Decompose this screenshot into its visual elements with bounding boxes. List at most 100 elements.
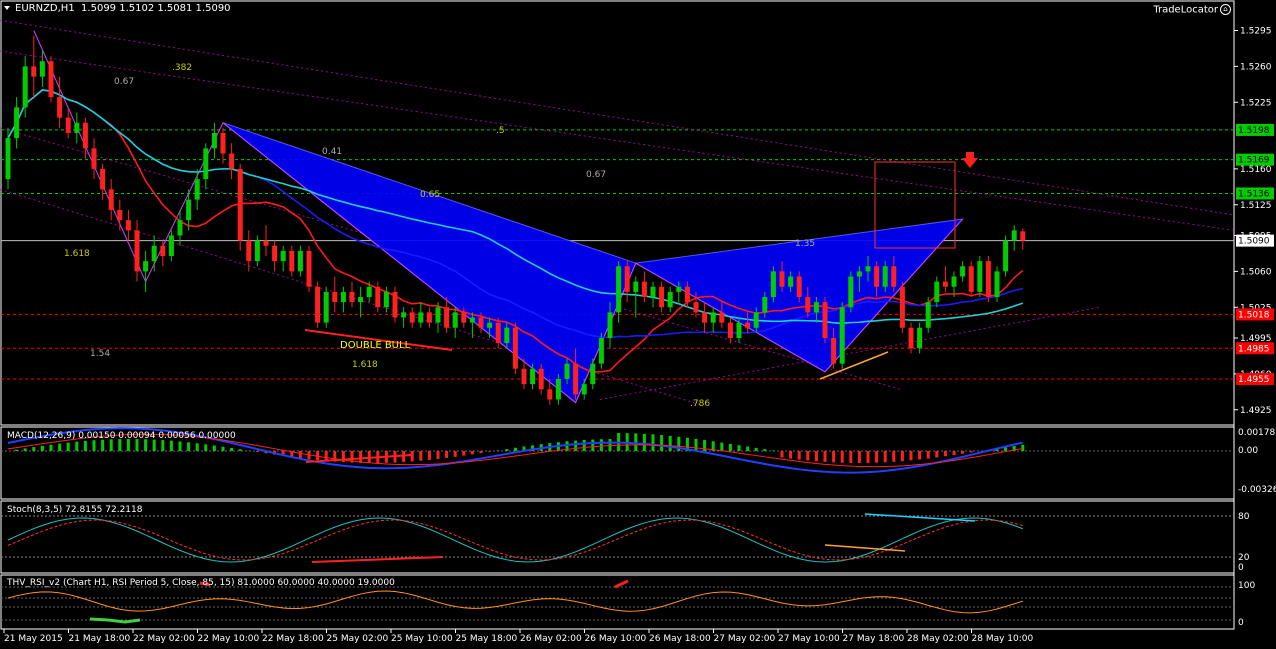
dropdown-arrow-icon[interactable] <box>4 6 10 10</box>
level-label: 1.5198 <box>1238 126 1270 136</box>
candle-body <box>659 287 664 308</box>
chart-window: 1.52951.52601.52251.51601.51251.50951.50… <box>0 0 1276 646</box>
time-tick-label: 27 May 18:00 <box>843 634 905 644</box>
candle-body <box>496 323 501 344</box>
macd-histogram-bar <box>196 443 199 451</box>
macd-histogram-bar <box>428 451 431 460</box>
macd-tick-label: 0.00178 <box>1238 428 1275 438</box>
candle-body <box>504 328 509 343</box>
candle-body <box>969 266 974 292</box>
time-tick-label: 26 May 18:00 <box>649 634 711 644</box>
candle-body <box>754 312 759 327</box>
macd-histogram-bar <box>901 451 904 461</box>
candle-body <box>461 312 466 322</box>
macd-histogram-bar <box>24 448 27 451</box>
candle-body <box>83 123 88 149</box>
price-tick-label: 1.4925 <box>1240 406 1272 416</box>
stoch-tick-label: 0 <box>1238 563 1244 573</box>
macd-histogram-bar <box>110 439 113 451</box>
candle-body <box>917 328 922 349</box>
candle-body <box>582 384 587 394</box>
macd-histogram-bar <box>910 451 913 460</box>
double-bull-label: DOUBLE BULL <box>340 340 411 351</box>
candle-body <box>728 323 733 338</box>
symbol-header[interactable]: EURNZD,H1 1.5099 1.5102 1.5081 1.5090 <box>4 3 231 14</box>
candle-body <box>866 266 871 271</box>
tradelocator-label[interactable]: TradeLocator⌂ <box>1153 4 1231 16</box>
macd-histogram-bar <box>153 440 156 451</box>
candle-body <box>315 287 320 323</box>
macd-histogram-bar <box>15 450 18 451</box>
candle-body <box>444 307 449 328</box>
rsi-overbought-highlight <box>615 581 628 587</box>
price-tick-label: 1.5160 <box>1240 165 1272 175</box>
macd-histogram-bar <box>574 441 577 451</box>
stoch-d-line <box>8 520 1023 560</box>
macd-histogram-bar <box>806 451 809 460</box>
time-tick-label: 21 May 18:00 <box>69 634 131 644</box>
macd-histogram-bar <box>161 440 164 451</box>
rsi-tick-label: 100 <box>1238 581 1255 591</box>
price-tick-label: 1.5295 <box>1240 27 1272 37</box>
candle-body <box>203 148 208 179</box>
price-tick-label: 1.5125 <box>1240 201 1272 211</box>
candle-body <box>952 277 957 287</box>
macd-histogram-bar <box>419 451 422 461</box>
candle-body <box>384 292 389 307</box>
macd-histogram-bar <box>660 435 663 451</box>
candle-body <box>539 369 544 390</box>
candle-body <box>143 261 148 271</box>
candle-body <box>719 312 724 322</box>
candle-body <box>100 169 105 190</box>
candle-body <box>367 287 372 297</box>
fib-label: 0.65 <box>420 190 440 200</box>
candle-body <box>117 210 122 220</box>
price-tick-label: 1.5225 <box>1240 98 1272 108</box>
candle-body <box>840 307 845 363</box>
macd-histogram-bar <box>50 445 53 451</box>
macd-histogram-bar <box>222 447 225 451</box>
candle-body <box>221 133 226 154</box>
candle-body <box>633 282 638 292</box>
stoch-divergence-line-3 <box>865 514 975 521</box>
time-tick-label: 22 May 02:00 <box>133 634 195 644</box>
macd-histogram-bar <box>591 440 594 451</box>
stoch-title: Stoch(8,3,5) 72.8155 72.2118 <box>7 505 142 515</box>
macd-histogram-bar <box>729 444 732 451</box>
macd-histogram-bar <box>815 451 818 461</box>
macd-histogram-bar <box>204 444 207 451</box>
candle-body <box>470 318 475 323</box>
candle-body <box>49 61 54 97</box>
candle-body <box>831 338 836 364</box>
candle-body <box>642 282 647 297</box>
macd-histogram-bar <box>497 450 500 451</box>
fib-trend-line <box>0 20 1234 215</box>
candle-body <box>874 266 879 287</box>
macd-histogram-bar <box>101 440 104 451</box>
fib-label: 1.618 <box>352 360 378 370</box>
candle-body <box>298 251 303 272</box>
macd-histogram-bar <box>935 451 938 457</box>
macd-histogram-bar <box>789 451 792 459</box>
candle-body <box>272 246 277 261</box>
candle-body <box>135 230 140 271</box>
macd-histogram-bar <box>755 448 758 451</box>
rsi-title: THV_RSI_v2 (Chart H1, RSI Period 5, Clos… <box>7 578 395 588</box>
candle-body <box>479 318 484 328</box>
candle-body <box>814 302 819 312</box>
macd-histogram-bar <box>720 443 723 451</box>
candle-body <box>565 364 570 379</box>
candle-body <box>513 328 518 369</box>
candle-body <box>522 369 527 384</box>
macd-histogram-bar <box>832 451 835 462</box>
fib-label: 0.67 <box>114 77 134 87</box>
fib-label: 1.35 <box>795 239 815 249</box>
candle-body <box>31 66 36 76</box>
macd-histogram-bar <box>867 451 870 463</box>
candle-body <box>685 287 690 302</box>
time-tick-label: 26 May 02:00 <box>520 634 582 644</box>
tradelocator-icon[interactable]: ⌂ <box>1220 4 1231 15</box>
candle-body <box>195 179 200 200</box>
candle-body <box>1020 231 1025 240</box>
macd-histogram-bar <box>918 451 921 460</box>
